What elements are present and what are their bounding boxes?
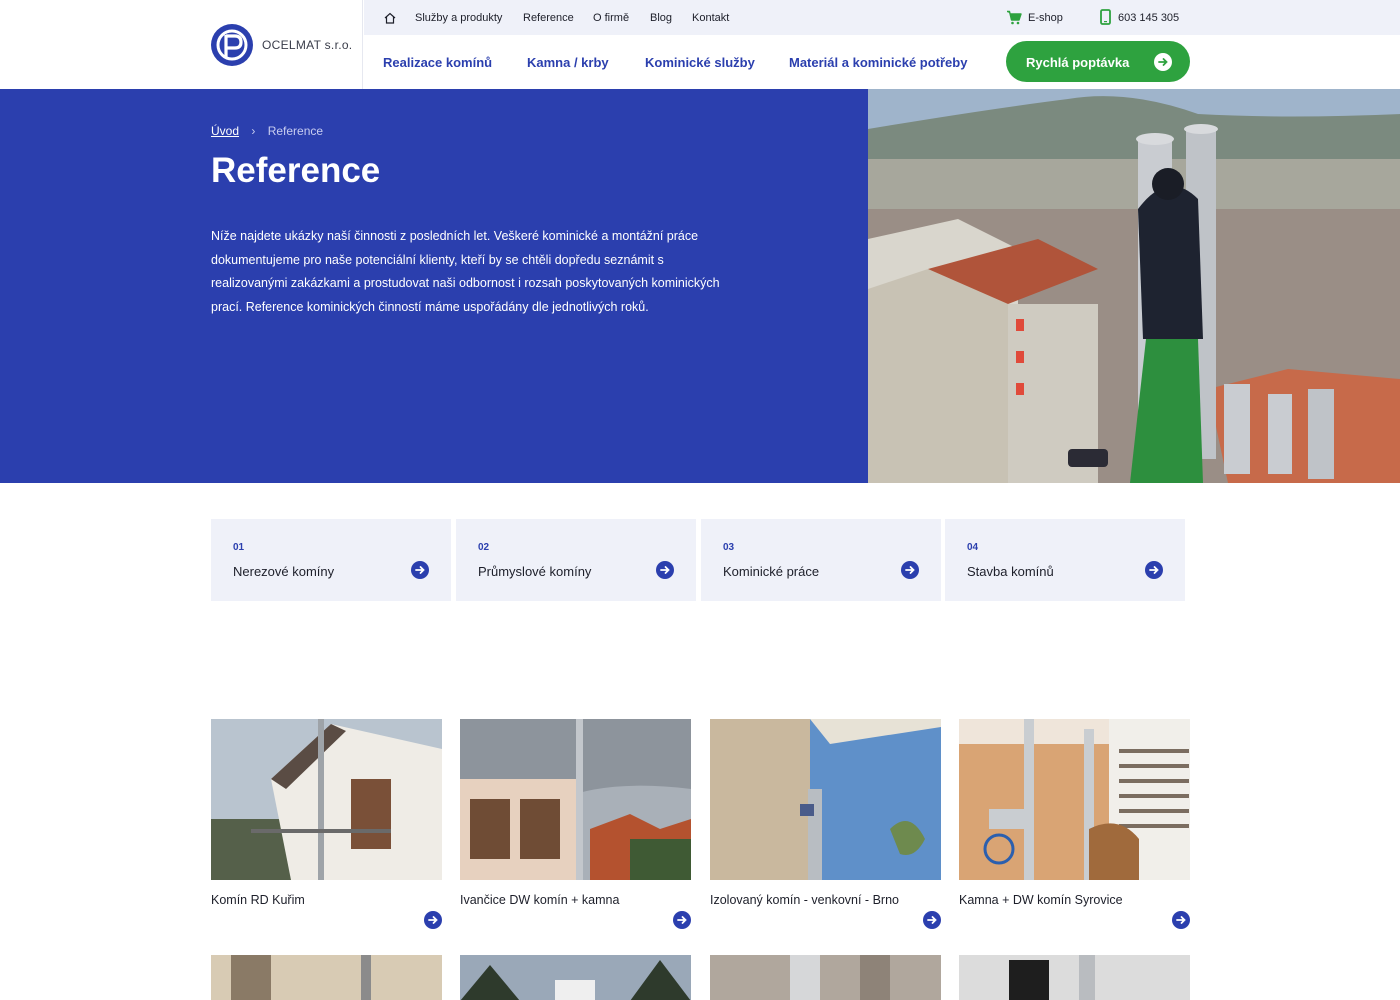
reference-caption[interactable]: Kamna + DW komín Syrovice bbox=[959, 892, 1149, 909]
nav-materials[interactable]: Materiál a kominické potřeby bbox=[789, 55, 967, 70]
eshop-link[interactable]: E-shop bbox=[1028, 12, 1063, 24]
reference-caption[interactable]: Izolovaný komín - venkovní - Brno bbox=[710, 892, 900, 909]
category-name: Kominické práce bbox=[723, 564, 820, 579]
reference-photo[interactable] bbox=[211, 719, 442, 880]
arrow-right-icon bbox=[1154, 53, 1172, 71]
logo-area: OCELMAT s.r.o. bbox=[0, 0, 363, 89]
top-bar: Služby a produkty Reference O firmě Blog… bbox=[364, 0, 1400, 35]
reference-photo[interactable] bbox=[460, 719, 691, 880]
category-number: 02 bbox=[478, 542, 490, 553]
logo-text[interactable]: OCELMAT s.r.o. bbox=[262, 38, 352, 52]
hero-photo-chimney-sweep bbox=[868, 89, 1400, 483]
category-name: Stavba komínů bbox=[967, 564, 1054, 579]
category-chimney-work[interactable]: 03 Kominické práce bbox=[701, 519, 941, 601]
reference-caption[interactable]: Ivančice DW komín + kamna bbox=[460, 892, 650, 909]
quick-inquiry-label: Rychlá poptávka bbox=[1026, 55, 1130, 70]
hero-section: Úvod › Reference Reference Níže najdete … bbox=[0, 89, 868, 483]
site-header: OCELMAT s.r.o. Služby a produkty Referen… bbox=[0, 0, 1400, 89]
reference-photo[interactable] bbox=[710, 955, 941, 1000]
category-name: Průmyslové komíny bbox=[478, 564, 592, 579]
breadcrumb-current: Reference bbox=[267, 124, 324, 138]
category-number: 03 bbox=[723, 542, 735, 553]
arrow-right-icon[interactable] bbox=[673, 911, 691, 929]
toplink-about[interactable]: O firmě bbox=[593, 12, 629, 24]
arrow-right-icon[interactable] bbox=[424, 911, 442, 929]
reference-photo[interactable] bbox=[959, 719, 1190, 880]
category-number: 04 bbox=[967, 542, 979, 553]
toplink-reference[interactable]: Reference bbox=[523, 12, 574, 24]
reference-caption[interactable]: Komín RD Kuřim bbox=[211, 892, 401, 909]
home-icon[interactable] bbox=[383, 11, 397, 25]
nav-stoves-fireplaces[interactable]: Kamna / krby bbox=[527, 55, 609, 70]
breadcrumb-home[interactable]: Úvod bbox=[211, 124, 239, 138]
cart-icon[interactable] bbox=[1006, 10, 1022, 25]
page-intro: Níže najdete ukázky naší činnosti z posl… bbox=[211, 229, 720, 314]
category-number: 01 bbox=[233, 542, 245, 553]
category-name: Nerezové komíny bbox=[233, 564, 335, 579]
page-title: Reference bbox=[211, 151, 381, 190]
toplink-blog[interactable]: Blog bbox=[650, 12, 672, 24]
phone-icon bbox=[1100, 9, 1111, 25]
arrow-right-icon[interactable] bbox=[1172, 911, 1190, 929]
category-chimney-building[interactable]: 04 Stavba komínů bbox=[945, 519, 1185, 601]
toplink-services[interactable]: Služby a produkty bbox=[415, 12, 502, 24]
nav-chimney-realization[interactable]: Realizace komínů bbox=[383, 55, 492, 70]
arrow-right-icon[interactable] bbox=[1145, 561, 1163, 579]
reference-photo[interactable] bbox=[959, 955, 1190, 1000]
arrow-right-icon[interactable] bbox=[901, 561, 919, 579]
category-industrial-chimneys[interactable]: 02 Průmyslové komíny bbox=[456, 519, 696, 601]
main-nav: Realizace komínů Kamna / krby Kominické … bbox=[364, 35, 1400, 89]
reference-photo[interactable] bbox=[460, 955, 691, 1000]
reference-photo[interactable] bbox=[710, 719, 941, 880]
phone-number[interactable]: 603 145 305 bbox=[1118, 12, 1179, 24]
arrow-right-icon[interactable] bbox=[656, 561, 674, 579]
toplink-contact[interactable]: Kontakt bbox=[692, 12, 729, 24]
arrow-right-icon[interactable] bbox=[923, 911, 941, 929]
ocelmat-logo-icon[interactable] bbox=[210, 23, 254, 67]
arrow-right-icon[interactable] bbox=[411, 561, 429, 579]
reference-photo[interactable] bbox=[211, 955, 442, 1000]
nav-chimney-services[interactable]: Kominické služby bbox=[645, 55, 755, 70]
breadcrumb-separator: › bbox=[251, 124, 256, 138]
category-stainless-chimneys[interactable]: 01 Nerezové komíny bbox=[211, 519, 451, 601]
breadcrumb: Úvod › Reference bbox=[211, 124, 323, 138]
quick-inquiry-button[interactable]: Rychlá poptávka bbox=[1006, 41, 1190, 82]
